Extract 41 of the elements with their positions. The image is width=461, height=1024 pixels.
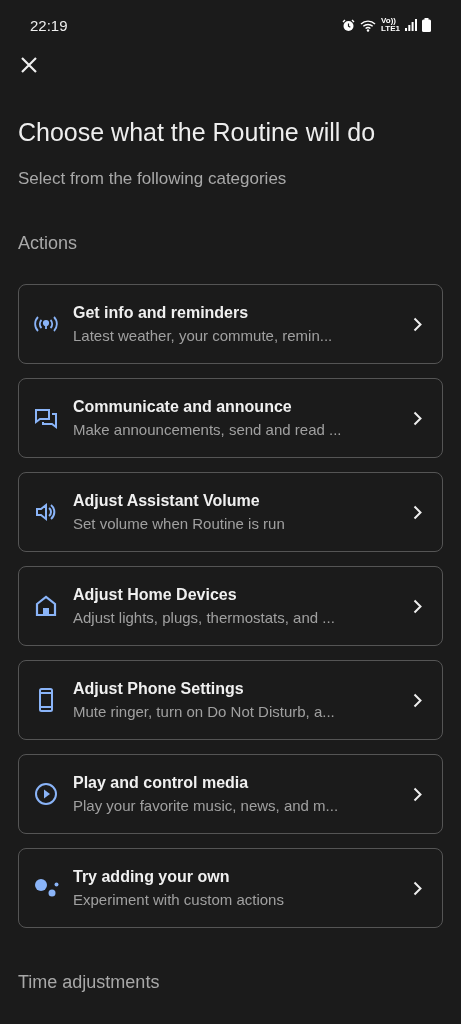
category-card[interactable]: Get info and reminders Latest weather, your commute, remin...	[18, 284, 443, 364]
network-label: Vo)) LTE1	[381, 17, 400, 33]
category-card[interactable]: Try adding your own Experiment with custom actions	[18, 848, 443, 928]
card-description: Experiment with custom actions	[73, 891, 285, 908]
alarm-icon	[342, 18, 356, 32]
category-card[interactable]: Communicate and announce Make announcements, send and read ...	[18, 378, 443, 458]
category-card[interactable]: Play and control media Play your favorite music, news, and m...	[18, 754, 443, 834]
category-card[interactable]: Adjust Home Devices Adjust lights, plugs, thermostats, and ...	[18, 566, 443, 646]
card-title: Adjust Home Devices	[73, 586, 238, 604]
status-time: 22:19	[30, 16, 68, 34]
play-icon	[33, 781, 59, 807]
battery-icon	[422, 18, 431, 32]
card-title: Try adding your own	[73, 868, 231, 886]
chevron-right-icon	[413, 880, 422, 896]
chevron-right-icon	[413, 504, 422, 520]
card-title: Adjust Phone Settings	[73, 680, 245, 698]
signal-icon	[405, 19, 417, 31]
home-icon	[33, 593, 59, 619]
chevron-right-icon	[413, 786, 422, 802]
section-heading: Time adjustments	[18, 972, 161, 993]
card-title: Get info and reminders	[73, 304, 250, 322]
card-description: Play your favorite music, news, and m...	[73, 797, 340, 814]
card-description: Adjust lights, plugs, thermostats, and ...	[73, 609, 336, 626]
category-card[interactable]: Adjust Phone Settings Mute ringer, turn on Do Not Disturb, a...	[18, 660, 443, 740]
close-icon[interactable]	[20, 56, 38, 74]
chevron-right-icon	[413, 692, 422, 708]
section-heading: Actions	[18, 233, 79, 254]
chevron-right-icon	[413, 316, 422, 332]
category-card[interactable]: Adjust Assistant Volume Set volume when Routine is run	[18, 472, 443, 552]
card-title: Adjust Assistant Volume	[73, 492, 261, 510]
chevron-right-icon	[413, 598, 422, 614]
chevron-right-icon	[413, 410, 422, 426]
card-description: Mute ringer, turn on Do Not Disturb, a...	[73, 703, 336, 720]
wifi-icon	[360, 18, 377, 32]
card-title: Communicate and announce	[73, 398, 293, 416]
card-title: Play and control media	[73, 774, 250, 792]
card-description: Set volume when Routine is run	[73, 515, 286, 532]
card-description: Latest weather, your commute, remin...	[73, 327, 334, 344]
page-title: Choose what the Routine will do	[18, 118, 377, 147]
card-description: Make announcements, send and read ...	[73, 421, 343, 438]
page-subtitle: Select from the following categories	[18, 169, 288, 189]
